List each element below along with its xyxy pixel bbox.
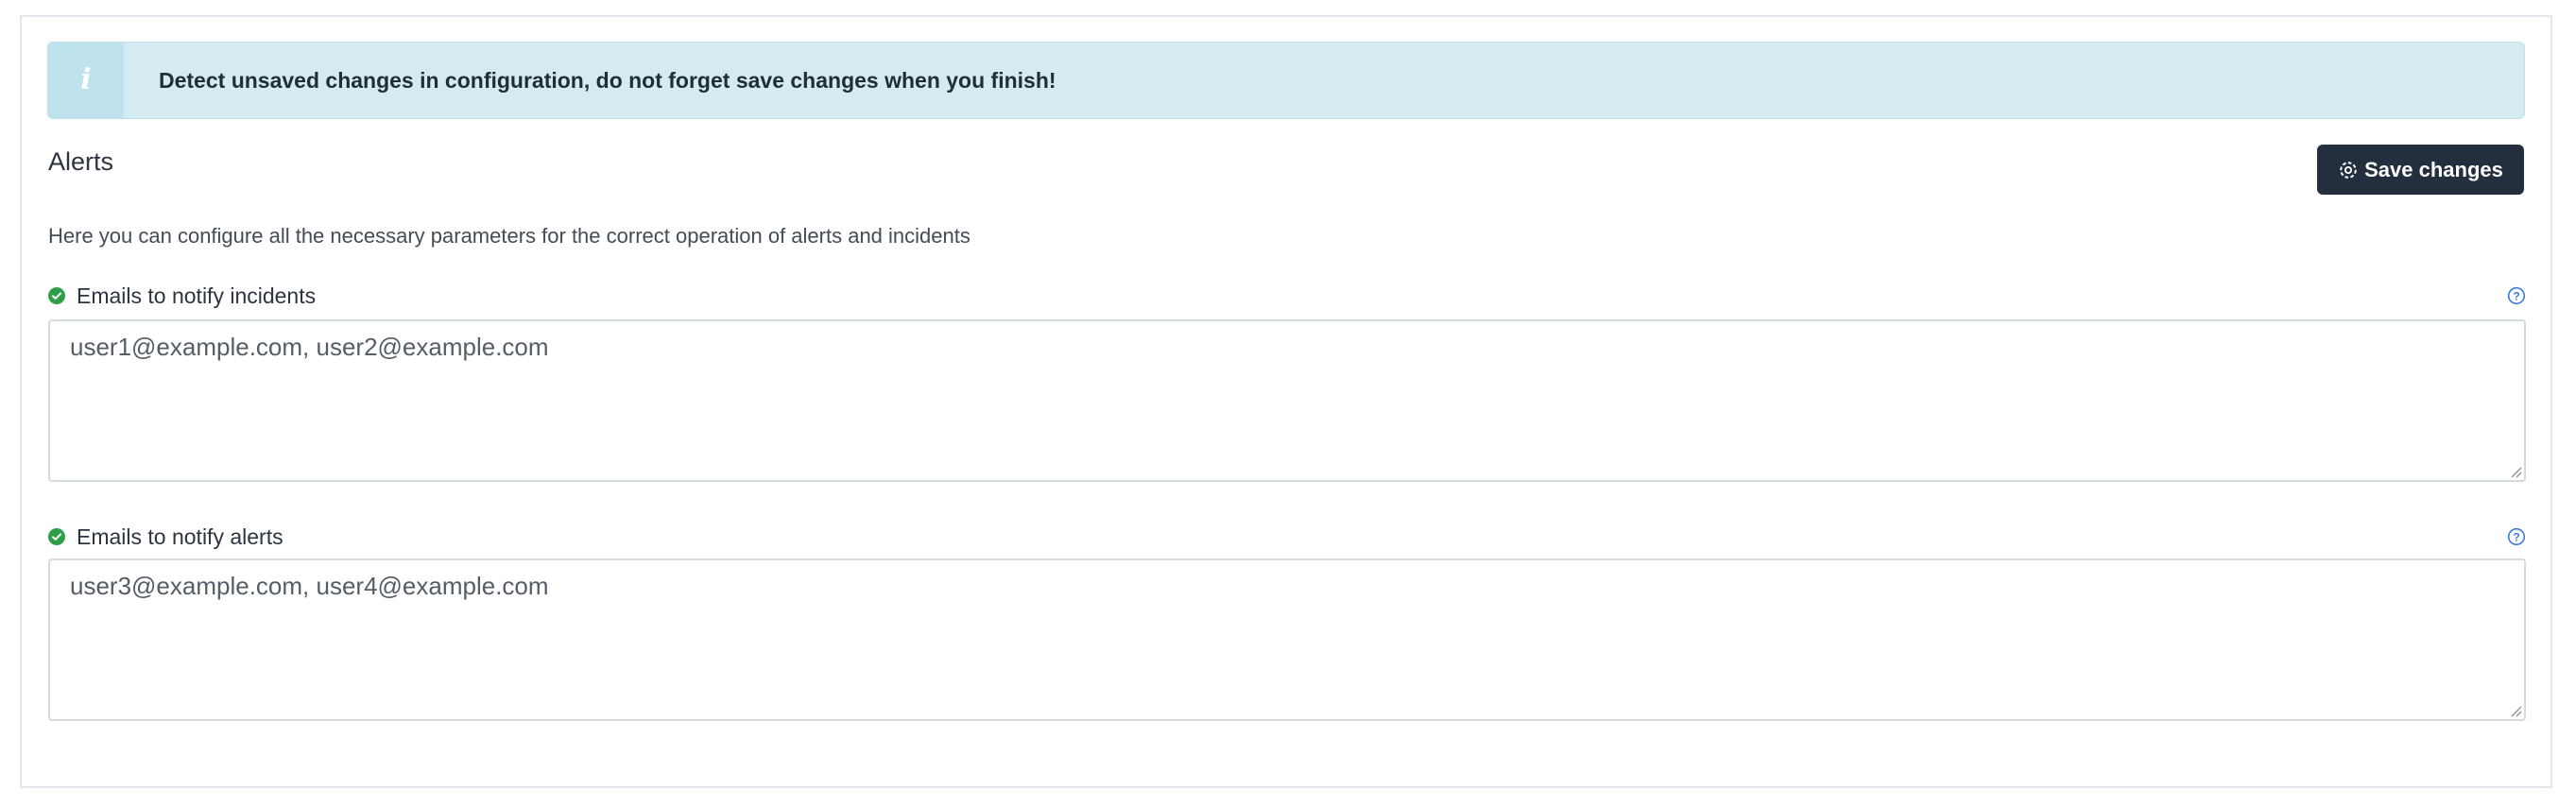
unsaved-changes-banner: i Detect unsaved changes in configuratio… xyxy=(47,42,2525,119)
emails-alerts-value: user3@example.com, user4@example.com xyxy=(70,572,549,600)
check-circle-icon xyxy=(48,528,65,545)
svg-text:?: ? xyxy=(2513,289,2519,302)
banner-icon-cell: i xyxy=(48,43,124,118)
field-label-row-alerts: Emails to notify alerts ? xyxy=(48,524,2526,550)
banner-message: Detect unsaved changes in configuration,… xyxy=(159,67,1056,93)
resize-grip-icon[interactable] xyxy=(2509,704,2522,717)
emails-incidents-textarea[interactable]: user1@example.com, user2@example.com xyxy=(48,319,2526,482)
emails-alerts-textarea[interactable]: user3@example.com, user4@example.com xyxy=(48,558,2526,721)
info-icon: i xyxy=(80,63,92,96)
save-changes-label: Save changes xyxy=(2364,157,2503,181)
save-changes-button[interactable]: Save changes xyxy=(2317,145,2524,195)
section-description: Here you can configure all the necessary… xyxy=(48,224,970,248)
check-circle-icon xyxy=(48,287,65,304)
field-label-alerts: Emails to notify alerts xyxy=(77,524,283,549)
field-label-row-incidents: Emails to notify incidents ? xyxy=(48,283,2526,309)
gear-icon xyxy=(2340,161,2357,179)
field-label-incidents: Emails to notify incidents xyxy=(77,283,317,308)
section-title: Alerts xyxy=(48,147,114,176)
emails-incidents-value: user1@example.com, user2@example.com xyxy=(70,333,549,361)
resize-grip-icon[interactable] xyxy=(2509,465,2522,478)
svg-text:?: ? xyxy=(2513,530,2519,543)
help-icon[interactable]: ? xyxy=(2507,527,2526,546)
help-icon[interactable]: ? xyxy=(2507,286,2526,305)
